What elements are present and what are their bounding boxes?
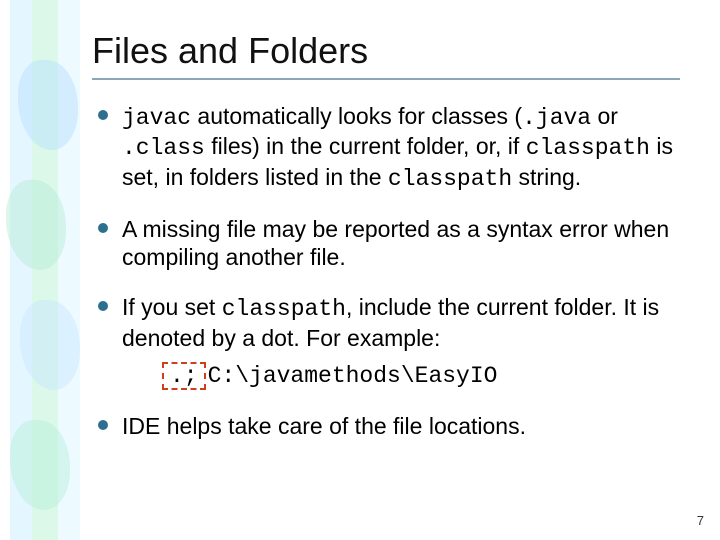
list-item: A missing file may be reported as a synt… [92, 215, 680, 272]
example-row: .;C:\javamethods\EasyIO [162, 362, 680, 390]
bullet-list: javac automatically looks for classes (.… [92, 102, 680, 441]
code-text: C:\javamethods\EasyIO [208, 362, 498, 390]
body-text: or [591, 103, 618, 129]
body-text: If you set [122, 294, 222, 320]
code-text: classpath [222, 296, 346, 322]
body-text: files) in the current folder, or, if [205, 133, 526, 159]
highlight-box: .; [162, 362, 206, 390]
body-text: automatically looks for classes ( [191, 103, 522, 129]
code-text: .java [522, 105, 591, 131]
code-text: .class [122, 135, 205, 161]
body-text: string. [512, 164, 581, 190]
code-text: javac [122, 105, 191, 131]
list-item: IDE helps take care of the file location… [92, 412, 680, 440]
list-item: javac automatically looks for classes (.… [92, 102, 680, 193]
code-text: classpath [388, 166, 512, 192]
title-underline [92, 78, 680, 80]
code-text: classpath [526, 135, 650, 161]
slide-title: Files and Folders [92, 30, 680, 72]
slide-content: Files and Folders javac automatically lo… [0, 0, 720, 540]
list-item: If you set classpath, include the curren… [92, 293, 680, 390]
